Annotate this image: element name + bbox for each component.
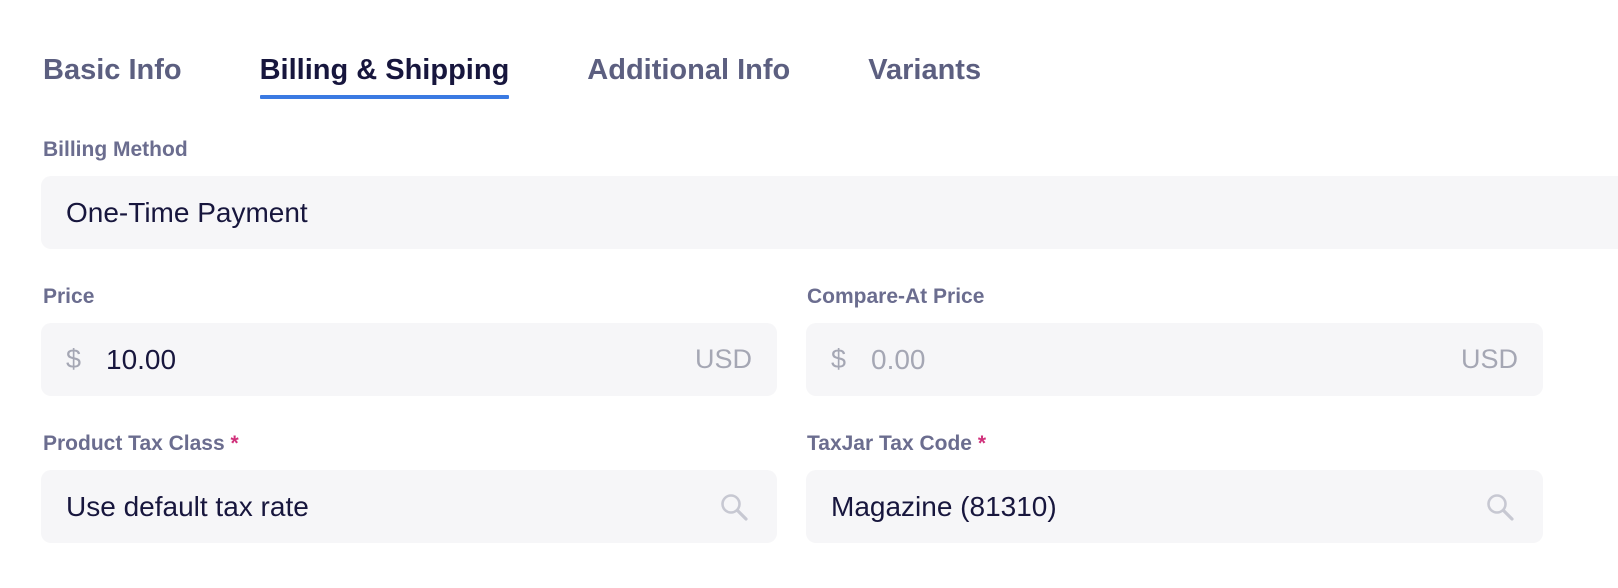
price-input[interactable]: $ 10.00 USD (41, 323, 777, 396)
tab-bar: Basic Info Billing & Shipping Additional… (43, 50, 981, 102)
tab-billing-shipping[interactable]: Billing & Shipping (259, 50, 509, 102)
billing-method-label: Billing Method (43, 138, 188, 161)
taxjar-tax-code-label: TaxJar Tax Code * (807, 432, 986, 456)
compare-at-price-unit: USD (1460, 344, 1518, 374)
taxjar-tax-code-value: Magazine (81310) (831, 490, 1057, 522)
compare-at-price-placeholder: 0.00 (871, 343, 926, 375)
search-icon[interactable] (1484, 491, 1516, 523)
product-edit-page: Basic Info Billing & Shipping Additional… (0, 0, 1618, 588)
billing-method-value: One-Time Payment (66, 196, 308, 228)
product-tax-class-input[interactable]: Use default tax rate (41, 470, 777, 543)
compare-at-price-input[interactable]: $ 0.00 USD (806, 323, 1543, 396)
price-unit: USD (694, 344, 752, 374)
search-icon[interactable] (718, 491, 750, 523)
price-value: 10.00 (106, 343, 177, 375)
billing-method-select[interactable]: One-Time Payment (41, 176, 1618, 249)
product-tax-class-value: Use default tax rate (66, 490, 309, 522)
price-label: Price (43, 285, 95, 308)
price-currency-symbol: $ (66, 344, 82, 374)
taxjar-tax-code-label-text: TaxJar Tax Code (807, 432, 972, 455)
required-asterisk: * (230, 432, 239, 455)
tab-basic-info[interactable]: Basic Info (43, 50, 182, 102)
tab-additional-info[interactable]: Additional Info (587, 50, 790, 102)
compare-at-price-currency-symbol: $ (831, 344, 847, 374)
tab-variants[interactable]: Variants (868, 50, 981, 102)
compare-at-price-label: Compare-At Price (807, 285, 985, 308)
required-asterisk: * (977, 432, 986, 455)
taxjar-tax-code-input[interactable]: Magazine (81310) (806, 470, 1543, 543)
product-tax-class-label-text: Product Tax Class (43, 432, 225, 455)
product-tax-class-label: Product Tax Class * (43, 432, 239, 456)
